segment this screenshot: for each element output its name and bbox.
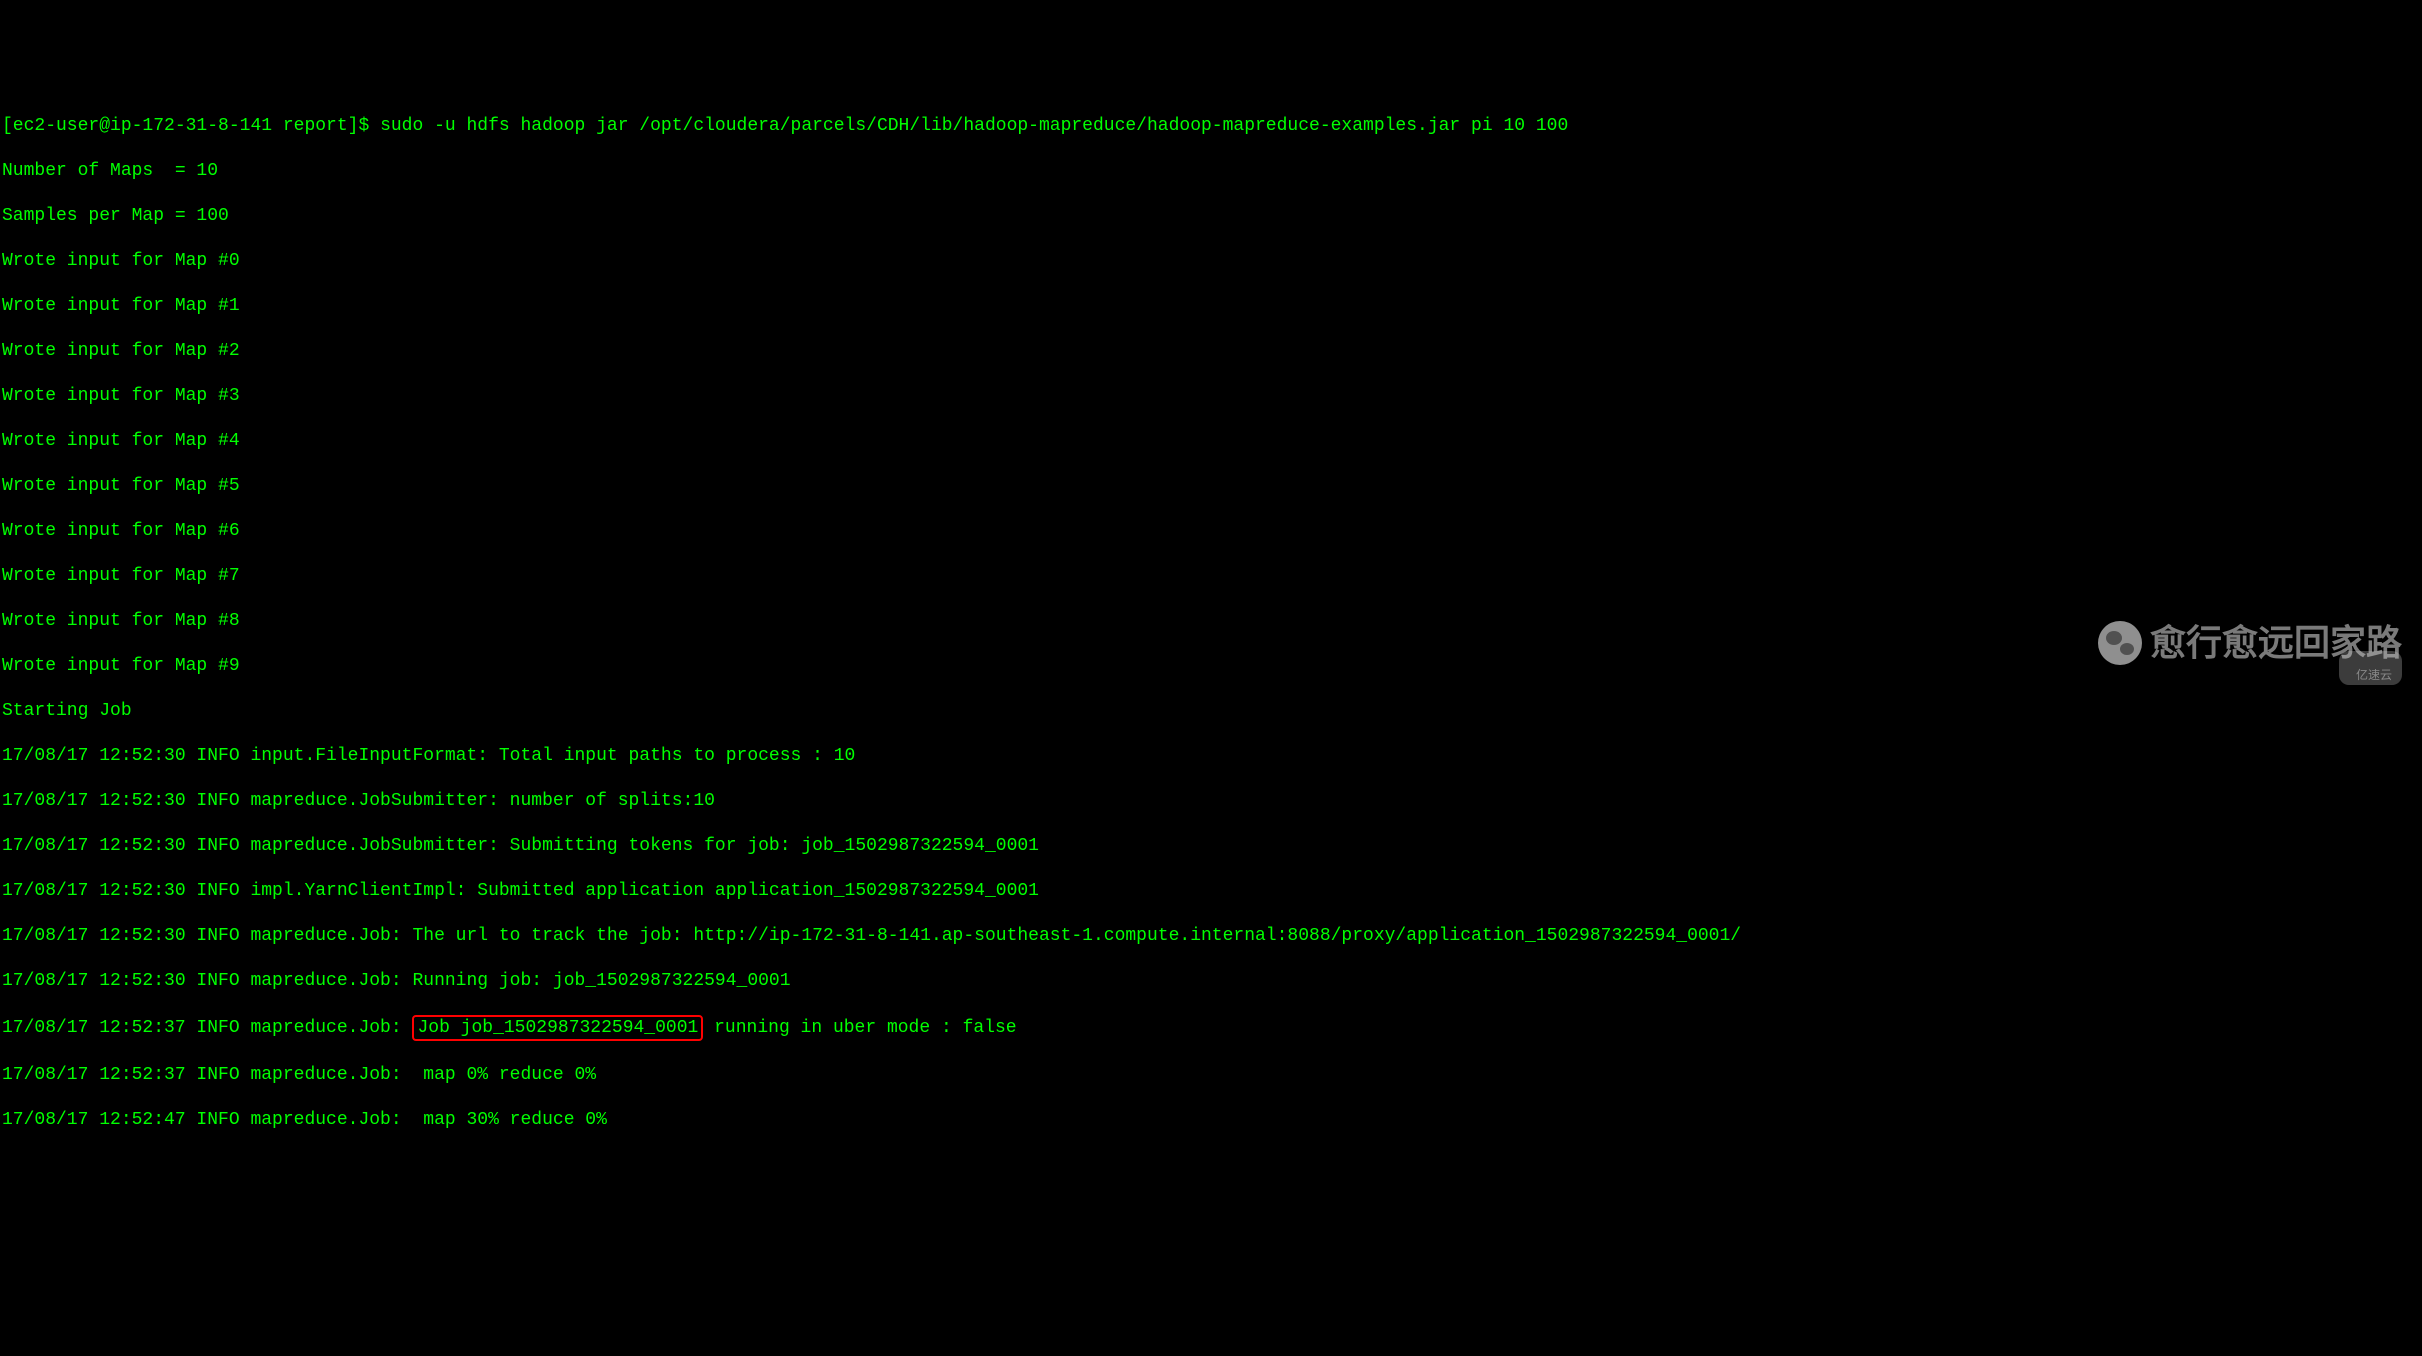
log-line-4: 17/08/17 12:52:30 INFO mapreduce.Job: Th…	[2, 925, 2420, 948]
output-wrote-1: Wrote input for Map #1	[2, 295, 2420, 318]
output-wrote-8: Wrote input for Map #8	[2, 610, 2420, 633]
output-samples: Samples per Map = 100	[2, 205, 2420, 228]
output-starting: Starting Job	[2, 700, 2420, 723]
wechat-icon	[2098, 621, 2142, 665]
output-wrote-9: Wrote input for Map #9	[2, 655, 2420, 678]
output-wrote-7: Wrote input for Map #7	[2, 565, 2420, 588]
log-line-0: 17/08/17 12:52:30 INFO input.FileInputFo…	[2, 745, 2420, 768]
log-suffix: running in uber mode : false	[703, 1018, 1016, 1038]
log-progress-0: 17/08/17 12:52:37 INFO mapreduce.Job: ma…	[2, 1064, 2420, 1087]
output-maps: Number of Maps = 10	[2, 160, 2420, 183]
output-wrote-4: Wrote input for Map #4	[2, 430, 2420, 453]
log-highlighted-line: 17/08/17 12:52:37 INFO mapreduce.Job: Jo…	[2, 1015, 2420, 1042]
command-line: [ec2-user@ip-172-31-8-141 report]$ sudo …	[2, 115, 2420, 138]
shell-prompt: [ec2-user@ip-172-31-8-141 report]$	[2, 116, 380, 136]
output-wrote-6: Wrote input for Map #6	[2, 520, 2420, 543]
log-line-2: 17/08/17 12:52:30 INFO mapreduce.JobSubm…	[2, 835, 2420, 858]
log-line-3: 17/08/17 12:52:30 INFO impl.YarnClientIm…	[2, 880, 2420, 903]
terminal-output: [ec2-user@ip-172-31-8-141 report]$ sudo …	[2, 92, 2420, 1154]
output-wrote-0: Wrote input for Map #0	[2, 250, 2420, 273]
output-wrote-2: Wrote input for Map #2	[2, 340, 2420, 363]
output-wrote-5: Wrote input for Map #5	[2, 475, 2420, 498]
log-prefix: 17/08/17 12:52:37 INFO mapreduce.Job:	[2, 1018, 412, 1038]
output-wrote-3: Wrote input for Map #3	[2, 385, 2420, 408]
log-progress-1: 17/08/17 12:52:47 INFO mapreduce.Job: ma…	[2, 1109, 2420, 1132]
bottom-watermark: 亿速云	[2339, 651, 2402, 685]
log-line-1: 17/08/17 12:52:30 INFO mapreduce.JobSubm…	[2, 790, 2420, 813]
log-running-job: 17/08/17 12:52:30 INFO mapreduce.Job: Ru…	[2, 970, 2420, 993]
bottom-watermark-text: 亿速云	[2356, 668, 2392, 682]
highlighted-job-id: Job job_1502987322594_0001	[412, 1015, 703, 1042]
shell-command[interactable]: sudo -u hdfs hadoop jar /opt/cloudera/pa…	[380, 116, 1568, 136]
